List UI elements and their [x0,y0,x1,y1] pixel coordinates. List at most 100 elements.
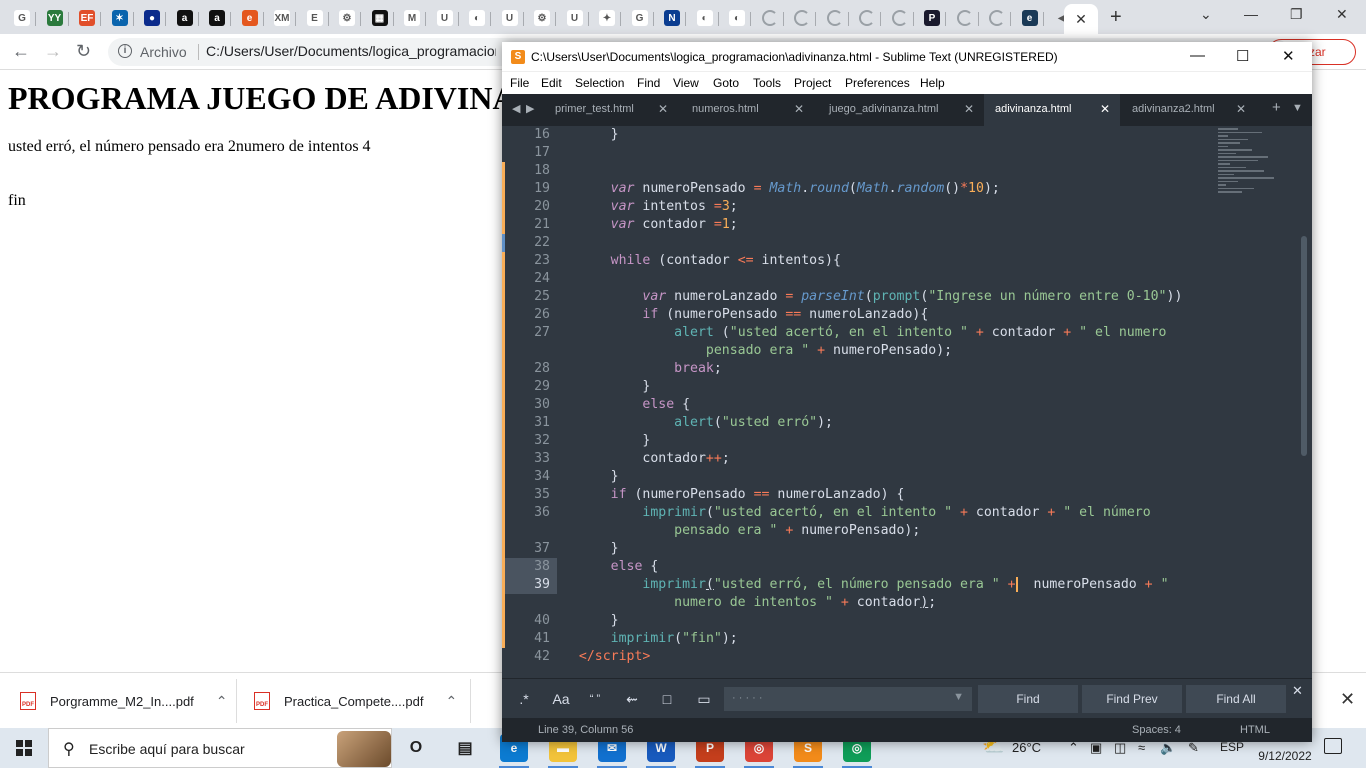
browser-tab[interactable]: U [496,4,524,32]
browser-tab[interactable]: ▦ [366,4,394,32]
browser-tab[interactable]: YY [41,4,69,32]
taskbar-search[interactable]: ⚲ Escribe aquí para buscar [48,728,392,768]
new-file-icon[interactable]: + [1272,99,1281,116]
reload-icon[interactable]: ↻ [76,41,91,62]
chevron-down-icon[interactable]: ⌄ [1200,6,1212,23]
restore-icon[interactable]: ❐ [1290,6,1303,23]
browser-tab[interactable]: EF [73,4,101,32]
menu-view[interactable]: View [673,76,699,90]
task-view-icon[interactable]: ▤ [451,734,479,762]
close-find-panel-icon[interactable]: ✕ [1292,683,1303,699]
browser-tab[interactable]: M [398,4,426,32]
find-prev-button[interactable]: Find Prev [1082,685,1182,713]
windows-start-icon[interactable] [16,740,32,756]
in-selection-toggle[interactable]: □ [656,687,678,711]
cortana-icon[interactable]: O [402,734,430,762]
tab-right-arrow-icon[interactable]: ▶ [526,102,534,115]
browser-tab[interactable] [983,4,1011,32]
language-indicator[interactable]: ESP [1220,740,1244,754]
browser-tab[interactable]: a [203,4,231,32]
browser-tab[interactable]: a [171,4,199,32]
editor-tab-active[interactable]: adivinanza.html ✕ [984,94,1120,126]
back-icon[interactable]: ← [12,41,30,62]
browser-tab[interactable]: e [1016,4,1044,32]
forward-icon[interactable]: → [44,41,62,62]
close-tab-icon[interactable]: ✕ [658,102,668,116]
browser-tab[interactable]: E [301,4,329,32]
temperature[interactable]: 26°C [1012,740,1041,755]
menu-help[interactable]: Help [920,76,945,90]
browser-tab[interactable]: ✦ [593,4,621,32]
browser-tab[interactable]: G [626,4,654,32]
tab-left-arrow-icon[interactable]: ◀ [512,102,520,115]
minimize-icon[interactable]: — [1244,6,1258,22]
notification-icon[interactable] [1324,738,1342,754]
whole-word-toggle[interactable]: “ ” [584,687,606,711]
browser-tab[interactable]: ◐ [723,4,751,32]
maximize-icon[interactable]: ☐ [1236,47,1249,65]
meet-icon[interactable]: ▣ [1090,740,1102,756]
find-input[interactable]: · · · · · ▼ [724,687,972,711]
browser-tab[interactable]: XM [268,4,296,32]
close-window-icon[interactable]: ✕ [1282,47,1295,65]
menu-find[interactable]: Find [637,76,660,90]
clock-date[interactable]: 9/12/2022 [1254,749,1316,763]
close-downloads-icon[interactable]: ✕ [1340,689,1355,710]
download-item[interactable]: PDF Porgramme_M2_In....pdf ⌃ [20,673,228,729]
chevron-up-icon[interactable]: ⌃ [216,693,228,710]
tab-list-icon[interactable]: ▼ [1292,102,1303,114]
browser-tab[interactable] [951,4,979,32]
editor-tab[interactable]: juego_adivinanza.html ✕ [814,94,984,126]
new-tab-button[interactable]: + [1110,6,1122,29]
menu-goto[interactable]: Goto [713,76,739,90]
browser-tab[interactable] [756,4,784,32]
battery-icon[interactable]: ◫ [1114,740,1126,756]
close-tab-icon[interactable]: ✕ [964,102,974,116]
indentation-setting[interactable]: Spaces: 4 [1132,724,1181,736]
syntax-setting[interactable]: HTML [1240,724,1270,736]
wrap-toggle[interactable]: ⇜ [620,687,644,711]
editor-tab[interactable]: adivinanza2.html ✕ [1120,94,1256,126]
find-all-button[interactable]: Find All [1186,685,1286,713]
browser-tab[interactable]: N [658,4,686,32]
volume-muted-icon[interactable]: 🔈 [1160,740,1176,756]
browser-tab[interactable]: e [236,4,264,32]
menu-preferences[interactable]: Preferences [845,76,910,90]
address-url[interactable]: C:/Users/User/Documents/logica_programac… [206,43,496,59]
code-editor[interactable]: 16 17 18 19 20 21 22 23 24 25 26 27 28 29 30 31 32 33 34 35… [502,126,1312,678]
browser-tab[interactable] [788,4,816,32]
download-item[interactable]: PDF Practica_Compete....pdf ⌃ [254,673,457,729]
browser-tab[interactable]: ✶ [106,4,134,32]
editor-tab[interactable]: numeros.html ✕ [678,94,814,126]
browser-tab[interactable] [886,4,914,32]
menu-selection[interactable]: Selection [575,76,624,90]
browser-tab[interactable]: ● [138,4,166,32]
editor-scrollbar[interactable] [1301,236,1307,456]
editor-tab[interactable]: primer_test.html ✕ [542,94,678,126]
menu-file[interactable]: File [510,76,529,90]
input-icon[interactable]: ✎ [1188,740,1199,756]
browser-tab[interactable] [853,4,881,32]
chevron-up-icon[interactable]: ⌃ [1068,740,1079,756]
close-tab-icon[interactable]: ✕ [1236,102,1246,116]
menu-tools[interactable]: Tools [753,76,781,90]
find-button[interactable]: Find [978,685,1078,713]
browser-tab[interactable]: ⚙ [333,4,361,32]
close-tab-icon[interactable]: ✕ [794,102,804,116]
browser-tab[interactable]: ◐ [691,4,719,32]
browser-tab[interactable]: P [918,4,946,32]
minimize-icon[interactable]: — [1190,47,1205,64]
regex-toggle[interactable]: .* [514,687,534,711]
browser-tab[interactable]: U [431,4,459,32]
browser-tab[interactable]: G [8,4,36,32]
chevron-up-icon[interactable]: ⌃ [445,693,457,710]
menu-edit[interactable]: Edit [541,76,562,90]
browser-tab[interactable]: ◐ [463,4,491,32]
minimap[interactable] [1218,126,1298,226]
browser-tab[interactable]: ⚙ [528,4,556,32]
browser-tab[interactable]: U [561,4,589,32]
close-window-icon[interactable]: ✕ [1336,6,1348,23]
browser-tab[interactable] [821,4,849,32]
wifi-icon[interactable]: ≈ [1138,740,1145,755]
info-icon[interactable]: i [118,44,132,58]
